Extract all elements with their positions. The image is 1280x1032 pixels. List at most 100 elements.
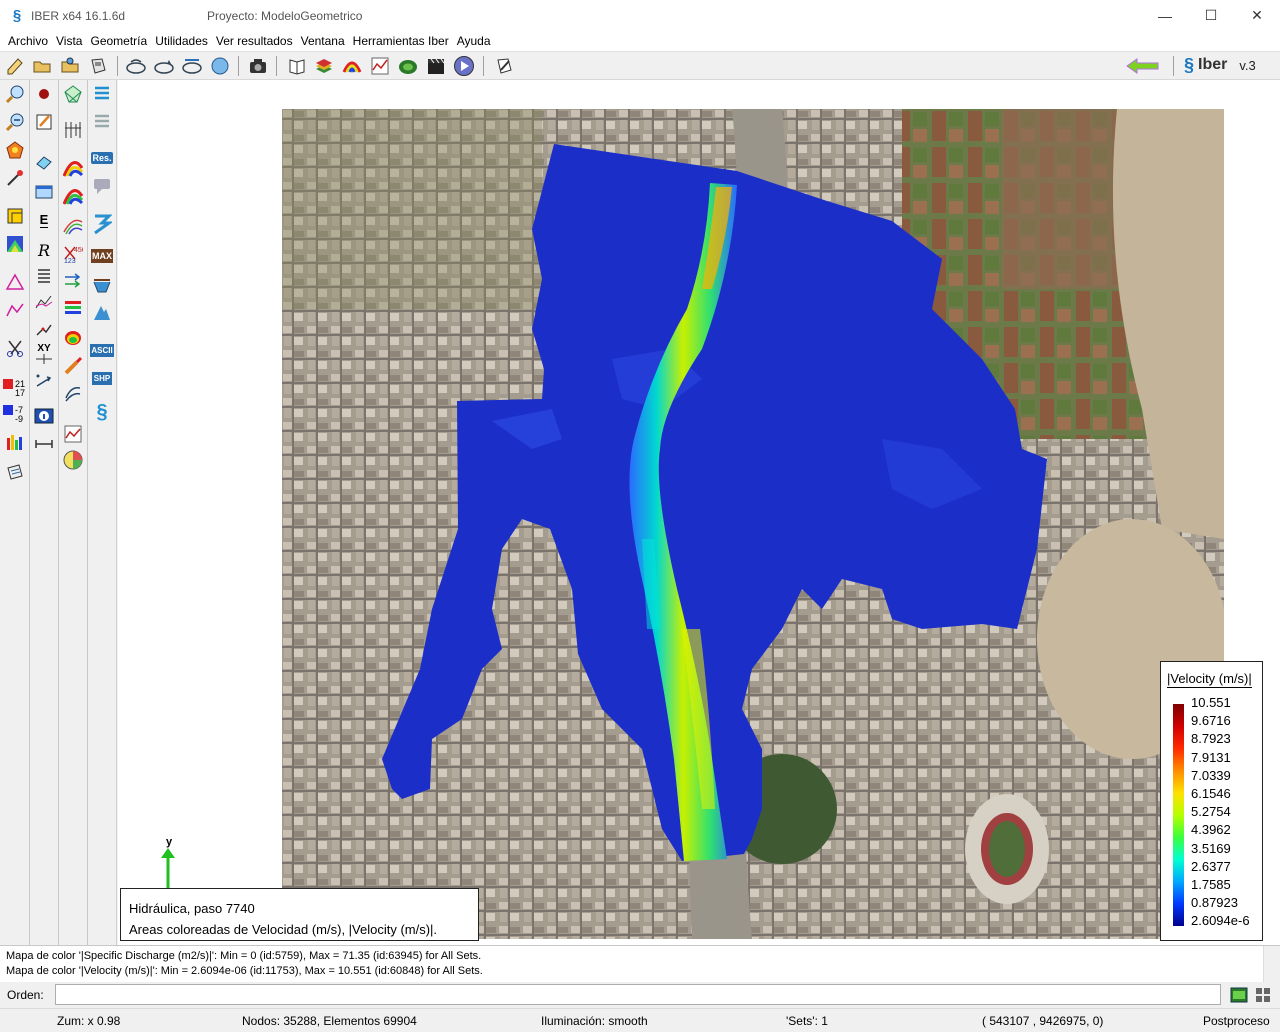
back-arrow-icon[interactable]: [1124, 55, 1162, 77]
eraser-icon[interactable]: [32, 150, 56, 174]
iber-logo-icon[interactable]: §: [90, 400, 114, 424]
sphere-view-icon[interactable]: [209, 55, 231, 77]
menu-herramientas-iber[interactable]: Herramientas Iber: [349, 34, 453, 48]
iber-water-grey-icon[interactable]: [90, 110, 114, 134]
rainbow-map-alt-icon[interactable]: [61, 184, 85, 208]
mountain-icon[interactable]: [90, 300, 114, 324]
menu-utilidades[interactable]: Utilidades: [151, 34, 212, 48]
notepad-icon[interactable]: [32, 110, 56, 134]
flow-vector-icon[interactable]: [61, 382, 85, 406]
tool-palette: 21 17 -7 -9 E R XY 456 123: [0, 80, 117, 945]
menu-ver-resultados[interactable]: Ver resultados: [212, 34, 297, 48]
color-surface-icon[interactable]: [61, 326, 85, 350]
contour-limits-icon[interactable]: 21 17: [3, 376, 27, 400]
console-icon[interactable]: [1230, 986, 1248, 1004]
menu-ayuda[interactable]: Ayuda: [453, 34, 495, 48]
play-icon[interactable]: [453, 55, 475, 77]
graph-icon[interactable]: [369, 55, 391, 77]
maximize-button[interactable]: ☐: [1188, 0, 1234, 31]
animation-icon[interactable]: [425, 55, 447, 77]
layers-icon[interactable]: [313, 55, 335, 77]
print-icon[interactable]: [3, 460, 27, 484]
curve-graph-icon[interactable]: [32, 290, 56, 314]
iber-brand: § Iber v.3: [1184, 55, 1256, 75]
zoom-out-icon[interactable]: [3, 110, 27, 134]
max-results-button[interactable]: MAX: [90, 244, 114, 268]
axis-y-label: y: [166, 836, 173, 848]
pie-icon[interactable]: [61, 448, 85, 472]
project-name: Proyecto: ModeloGeometrico: [207, 8, 363, 23]
book-icon[interactable]: [286, 55, 308, 77]
vector-graph-icon[interactable]: [32, 318, 56, 342]
open-folder-icon[interactable]: [31, 55, 53, 77]
menu-geometria[interactable]: Geometría: [86, 34, 151, 48]
menu-ventana[interactable]: Ventana: [297, 34, 349, 48]
save-icon[interactable]: [87, 55, 109, 77]
results-button[interactable]: Res.: [90, 146, 114, 170]
mesh-edit-icon[interactable]: [61, 82, 85, 106]
shp-export-button[interactable]: SHP: [90, 366, 114, 390]
camera-icon[interactable]: [247, 55, 269, 77]
mesh-view-icon[interactable]: [3, 232, 27, 256]
edit-document-icon[interactable]: [493, 55, 515, 77]
rotate-icon[interactable]: [153, 55, 175, 77]
legend-label: 8.7923: [1191, 731, 1231, 747]
zoom-frame-icon[interactable]: [125, 55, 147, 77]
time-graph-icon[interactable]: [61, 422, 85, 446]
arrows-icon[interactable]: [32, 370, 56, 394]
satellite-map-view[interactable]: [282, 109, 1224, 939]
histogram-icon[interactable]: [3, 430, 27, 454]
close-button[interactable]: ✕: [1234, 0, 1280, 31]
line-graph-icon[interactable]: [3, 298, 27, 322]
number-display-icon[interactable]: 456 123: [61, 242, 85, 266]
channel-section-icon[interactable]: [90, 274, 114, 298]
pan-icon[interactable]: [181, 55, 203, 77]
contour-lines-icon[interactable]: [61, 214, 85, 238]
pick-point-icon[interactable]: [3, 166, 27, 190]
command-row: Orden:: [0, 982, 1280, 1008]
color-map-icon[interactable]: [341, 55, 363, 77]
layout-icon[interactable]: [1254, 986, 1272, 1004]
status-coordinates: ( 543107 , 9426975, 0): [982, 1014, 1104, 1028]
label-e-icon[interactable]: E: [32, 208, 56, 232]
legend-label: 1.7585: [1191, 877, 1231, 892]
result-info-box: Hidráulica, paso 7740 Areas coloreadas d…: [120, 888, 479, 941]
contour-limits-low-icon[interactable]: -7 -9: [3, 402, 27, 426]
triangle-icon[interactable]: [3, 270, 27, 294]
list-icon[interactable]: [32, 264, 56, 288]
graphics-canvas[interactable]: y Hidráulica, paso 7740 Areas coloreadas…: [118, 80, 1280, 945]
svg-text:123: 123: [64, 258, 76, 263]
label-r-icon[interactable]: R: [32, 238, 56, 262]
record-icon[interactable]: [32, 82, 56, 106]
gradient-tool-icon[interactable]: [61, 354, 85, 378]
stream-lines-icon[interactable]: [61, 296, 85, 320]
info-icon[interactable]: [32, 404, 56, 428]
menu-vista[interactable]: Vista: [52, 34, 86, 48]
palette-column-3: 456 123: [59, 80, 87, 945]
new-file-icon[interactable]: [4, 55, 26, 77]
minimize-button[interactable]: —: [1142, 0, 1188, 31]
render-icon[interactable]: [3, 138, 27, 162]
info-description: Areas coloreadas de Velocidad (m/s), |Ve…: [129, 922, 438, 937]
command-input[interactable]: [55, 984, 1221, 1005]
window-frame-icon[interactable]: [32, 180, 56, 204]
distance-icon[interactable]: [32, 432, 56, 456]
open-network-icon[interactable]: [59, 55, 81, 77]
xy-plot-icon[interactable]: XY: [32, 342, 56, 366]
legend-label: 6.1546: [1191, 786, 1231, 801]
status-sets: 'Sets': 1: [786, 1014, 828, 1028]
iber-water-icon[interactable]: [90, 82, 114, 106]
comment-icon[interactable]: [90, 174, 114, 198]
status-nodes: Nodos: 35288, Elementos 69904: [242, 1014, 417, 1028]
zoom-in-icon[interactable]: [3, 82, 27, 106]
cut-icon[interactable]: [3, 336, 27, 360]
hydrograph-icon[interactable]: [90, 212, 114, 236]
terrain-icon[interactable]: [397, 55, 419, 77]
message-scrollbar[interactable]: [1263, 946, 1280, 983]
menu-archivo[interactable]: Archivo: [4, 34, 52, 48]
vector-field-icon[interactable]: [61, 270, 85, 294]
ascii-export-button[interactable]: ASCII: [90, 338, 114, 362]
cross-section-icon[interactable]: [61, 118, 85, 142]
select-icon[interactable]: [3, 204, 27, 228]
rainbow-map-icon[interactable]: [61, 156, 85, 180]
